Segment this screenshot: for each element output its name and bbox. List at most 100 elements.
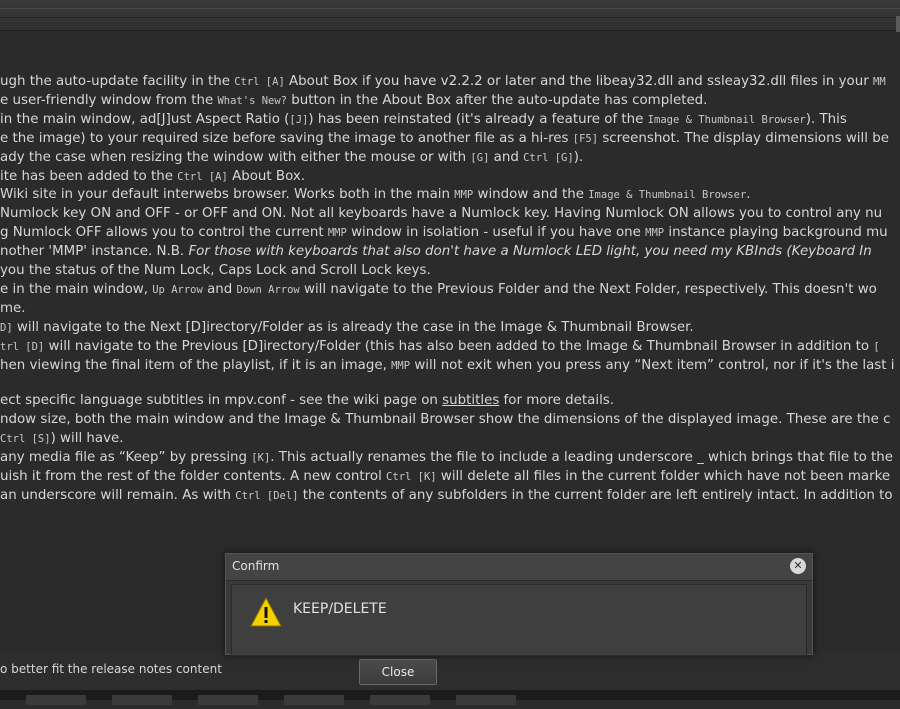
line-text: window in isolation - useful if you have… bbox=[346, 225, 646, 241]
line-text: will delete all files in the current fol… bbox=[436, 469, 891, 484]
line-text: Up Arrow bbox=[152, 283, 203, 296]
line-text: About Box. bbox=[227, 168, 306, 184]
line-text: MMP bbox=[645, 227, 665, 240]
line-text: me. bbox=[0, 300, 26, 316]
line-text: button in the About Box after the auto-u… bbox=[287, 92, 708, 108]
line-text: trl [D] bbox=[0, 340, 45, 353]
line-text: For those with keyboards that also don't… bbox=[188, 244, 872, 260]
line-text: ). This bbox=[805, 111, 847, 127]
line-text: Ctrl [K] bbox=[386, 471, 437, 483]
release-note-line: D] will navigate to the Next [D]irectory… bbox=[0, 319, 694, 337]
line-text: Ctrl [S] bbox=[0, 433, 51, 446]
release-note-line: e in the main window, Up Arrow and Down … bbox=[0, 281, 877, 299]
line-text: e user-friendly window from the bbox=[0, 92, 218, 108]
release-note-line: Ctrl [S]) will have. bbox=[0, 430, 124, 448]
line-text: MMP bbox=[391, 359, 411, 372]
release-note-line: me. bbox=[0, 300, 26, 318]
taskbar-strip bbox=[0, 690, 900, 705]
line-text: [ bbox=[873, 340, 880, 353]
line-text: will not exit when you press any “Next i… bbox=[410, 357, 895, 373]
line-text: ugh the auto-update facility in the bbox=[0, 74, 235, 89]
line-text: . This actually renames the file to incl… bbox=[270, 450, 894, 466]
release-note-line: e user-friendly window from the What's N… bbox=[0, 92, 707, 110]
scrollbar-handle[interactable] bbox=[896, 16, 900, 32]
subtitles-link[interactable]: subtitles bbox=[442, 393, 499, 408]
line-text: MMP bbox=[454, 189, 474, 202]
release-note-line: e the image) to your required size befor… bbox=[0, 130, 889, 148]
line-text: About Box if you have v2.2.2 or later an… bbox=[284, 74, 873, 89]
line-text: Down Arrow bbox=[236, 283, 300, 296]
line-text: ect specific language subtitles in mpv.c… bbox=[0, 393, 443, 409]
line-text: Image & Thumbnail Browser bbox=[647, 113, 806, 126]
line-text: you the status of the Num Lock, Caps Loc… bbox=[0, 263, 431, 278]
release-note-line: ugh the auto-update facility in the Ctrl… bbox=[0, 73, 886, 91]
line-text: Ctrl [A] bbox=[234, 76, 285, 88]
line-text: Wiki site in your default interwebs brow… bbox=[0, 187, 455, 203]
dialog-title-bar: Confirm ✕ bbox=[226, 554, 812, 581]
line-text: the contents of any subfolders in the cu… bbox=[298, 487, 893, 503]
line-text: [G] bbox=[470, 151, 490, 164]
release-note-line: Wiki site in your default interwebs brow… bbox=[0, 186, 751, 204]
line-text: ) has been reinstated (it's already a fe… bbox=[308, 111, 648, 127]
release-note-line: ite has been added to the Ctrl [A] About… bbox=[0, 168, 305, 186]
line-text: g Numlock OFF allows you to control the … bbox=[0, 225, 328, 241]
warning-icon bbox=[250, 597, 282, 627]
release-note-line: ady the case when resizing the window wi… bbox=[0, 149, 583, 167]
line-text: any media file as “Keep” by pressing bbox=[0, 450, 252, 466]
line-text: Ctrl [A] bbox=[177, 170, 228, 183]
line-text: an underscore will remain. As with bbox=[0, 487, 236, 503]
release-note-line: nother 'MMP' instance. N.B. For those wi… bbox=[0, 243, 872, 261]
release-note-line: trl [D] will navigate to the Previous [D… bbox=[0, 338, 880, 356]
release-note-line: hen viewing the final item of the playli… bbox=[0, 357, 895, 375]
line-text: D] bbox=[0, 321, 13, 334]
line-text: and bbox=[489, 149, 524, 165]
line-text: ) will have. bbox=[50, 431, 124, 447]
release-note-line: ndow size, both the main window and the … bbox=[0, 411, 890, 429]
release-note-line: you the status of the Num Lock, Caps Loc… bbox=[0, 262, 431, 280]
release-note-line: uish it from the rest of the folder cont… bbox=[0, 468, 890, 486]
window-top-bar bbox=[0, 0, 900, 32]
line-text: What's New? bbox=[217, 94, 288, 107]
release-note-line: ect specific language subtitles in mpv.c… bbox=[0, 392, 614, 410]
top-divider bbox=[0, 8, 900, 18]
release-note-line: g Numlock OFF allows you to control the … bbox=[0, 224, 888, 242]
release-note-line: an underscore will remain. As with Ctrl … bbox=[0, 487, 893, 505]
line-text: MMP bbox=[327, 227, 347, 240]
line-text: window and the bbox=[473, 187, 589, 203]
line-text: uish it from the rest of the folder cont… bbox=[0, 469, 387, 484]
line-text: ndow size, both the main window and the … bbox=[0, 412, 891, 428]
line-text: for more details. bbox=[499, 393, 615, 409]
line-text: e the image) to your required size befor… bbox=[0, 130, 573, 146]
line-text: will navigate to the Next [D]irectory/Fo… bbox=[12, 319, 694, 335]
release-note-line: in the main window, ad[J]ust Aspect Rati… bbox=[0, 111, 847, 129]
line-text: ). bbox=[573, 149, 584, 165]
release-note-line: any media file as “Keep” by pressing [K]… bbox=[0, 449, 893, 467]
line-text: MM bbox=[873, 76, 886, 88]
line-text: Ctrl [G] bbox=[523, 151, 574, 164]
release-note-line: Numlock key ON and OFF - or OFF and ON. … bbox=[0, 205, 882, 223]
dialog-message: KEEP/DELETE bbox=[293, 601, 387, 617]
close-button[interactable]: Close bbox=[359, 659, 437, 685]
dialog-close-icon[interactable]: ✕ bbox=[790, 558, 806, 574]
line-text: will navigate to the Previous Folder and… bbox=[299, 281, 877, 297]
line-text: in the main window, ad[J]ust Aspect Rati… bbox=[0, 111, 290, 127]
dialog-title: Confirm bbox=[232, 559, 280, 573]
line-text: and bbox=[202, 281, 237, 297]
line-text: Image & Thumbnail Browser bbox=[588, 189, 747, 202]
line-text: Ctrl [Del] bbox=[235, 489, 299, 502]
line-text: ite has been added to the bbox=[0, 168, 178, 184]
line-text: e in the main window, bbox=[0, 281, 153, 297]
line-text: hen viewing the final item of the playli… bbox=[0, 357, 392, 373]
line-text: [J] bbox=[289, 113, 309, 126]
footer-note: o better fit the release notes content bbox=[0, 662, 222, 676]
confirm-dialog: Confirm ✕ KEEP/DELETE bbox=[225, 553, 813, 656]
line-text: screenshot. The display dimensions will … bbox=[598, 130, 889, 146]
line-text: instance playing background mu bbox=[664, 225, 888, 241]
dialog-body: KEEP/DELETE bbox=[231, 584, 807, 656]
line-text: nother 'MMP' instance. N.B. bbox=[0, 244, 189, 260]
line-text: Numlock key ON and OFF - or OFF and ON. … bbox=[0, 206, 883, 222]
line-text: will navigate to the Previous [D]irector… bbox=[44, 338, 874, 354]
line-text: [F5] bbox=[572, 132, 599, 145]
line-text: ady the case when resizing the window wi… bbox=[0, 149, 471, 165]
line-text: . bbox=[746, 187, 751, 203]
